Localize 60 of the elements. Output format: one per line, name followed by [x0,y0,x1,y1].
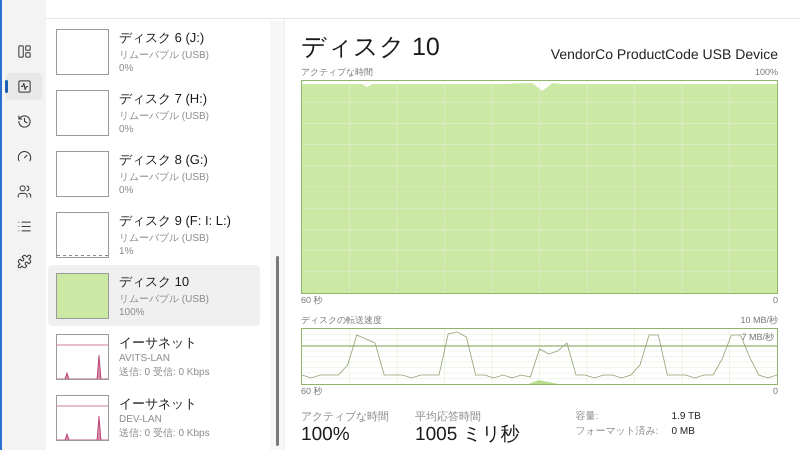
device-usage: 送信: 0 受信: 0 Kbps [119,426,210,440]
device-thumbnail [56,90,109,136]
list-icon [16,219,32,234]
device-usage: 100% [119,307,146,318]
time-span-label: 60 秒 [301,386,323,397]
device-item[interactable]: ディスク 8 (G:) リムーバブル (USB) 0% [48,143,260,204]
device-name: ディスク 8 (G:) [119,151,209,169]
activity-trace [57,254,108,256]
gauge-icon [16,149,32,164]
device-name: ディスク 7 (H:) [119,90,208,108]
scrollbar[interactable] [270,21,284,450]
device-name: イーサネット [119,334,198,352]
device-type: リムーバブル (USB) [119,110,209,123]
graph-max-label: 100% [754,68,778,78]
device-usage: 送信: 0 受信: 0 Kbps [119,366,210,379]
property-label: 容量: [576,410,600,422]
device-usage: 0% [119,63,134,74]
threshold-label: 7 MB/秒 [741,332,774,343]
device-thumbnail [56,28,109,74]
device-name: ディスク 10 [119,273,190,291]
device-usage: 0% [119,124,134,135]
panels-icon [16,44,32,59]
device-type: AVITS-LAN [119,353,171,364]
device-item[interactable]: イーサネット DEV-LAN 送信: 0 受信: 0 Kbps [48,387,260,448]
property-label: フォーマット済み: [576,426,660,437]
graph-max-label: 10 MB/秒 [740,316,778,326]
device-name: ディスク 6 (J:) [119,29,206,47]
device-type: DEV-LAN [119,414,163,425]
puzzle-icon [16,254,32,269]
graph-end-label: 0 [772,386,778,397]
nav-button[interactable] [6,73,42,100]
device-item[interactable]: ディスク 10 リムーバブル (USB) 100% [48,265,260,326]
device-thumbnail [56,150,109,196]
stat-label: アクティブな時間 [301,410,389,423]
device-item[interactable]: ディスク 7 (H:) リムーバブル (USB) 0% [48,82,260,143]
device-name: イーサネット [119,395,198,413]
graph-label: ディスクの転送速度 [301,316,382,326]
device-item[interactable]: ディスク 6 (J:) リムーバブル (USB) 0% [48,21,260,82]
device-model: VendorCo ProductCode USB Device [550,46,778,62]
history-icon [16,114,32,129]
device-type: リムーバブル (USB) [119,292,209,306]
stat-label: 平均応答時間 [415,410,482,423]
device-item[interactable]: ディスク 9 (F: I: L:) リムーバブル (USB) 1% [48,204,260,265]
time-span-label: 60 秒 [301,296,323,306]
graph-end-label: 0 [772,296,778,306]
device-usage: 0% [119,185,134,196]
property-value: 1.9 TB [672,410,701,422]
device-usage: 1% [119,246,134,257]
activity-icon [16,79,32,94]
users-icon [16,184,32,199]
device-item[interactable]: イーサネット AVITS-LAN 送信: 0 受信: 0 Kbps [48,326,260,387]
graph-label: アクティブな時間 [301,68,373,78]
device-name: ディスク 9 (F: I: L:) [119,212,231,230]
disk-title: ディスク 10 [301,35,440,60]
device-type: リムーバブル (USB) [119,48,209,62]
property-value: 0 MB [672,426,696,437]
stat-value: 100% [301,424,351,444]
stat-value: 1005 ミリ秒 [415,424,520,444]
device-type: リムーバブル (USB) [119,170,209,184]
device-type: リムーバブル (USB) [119,232,210,245]
